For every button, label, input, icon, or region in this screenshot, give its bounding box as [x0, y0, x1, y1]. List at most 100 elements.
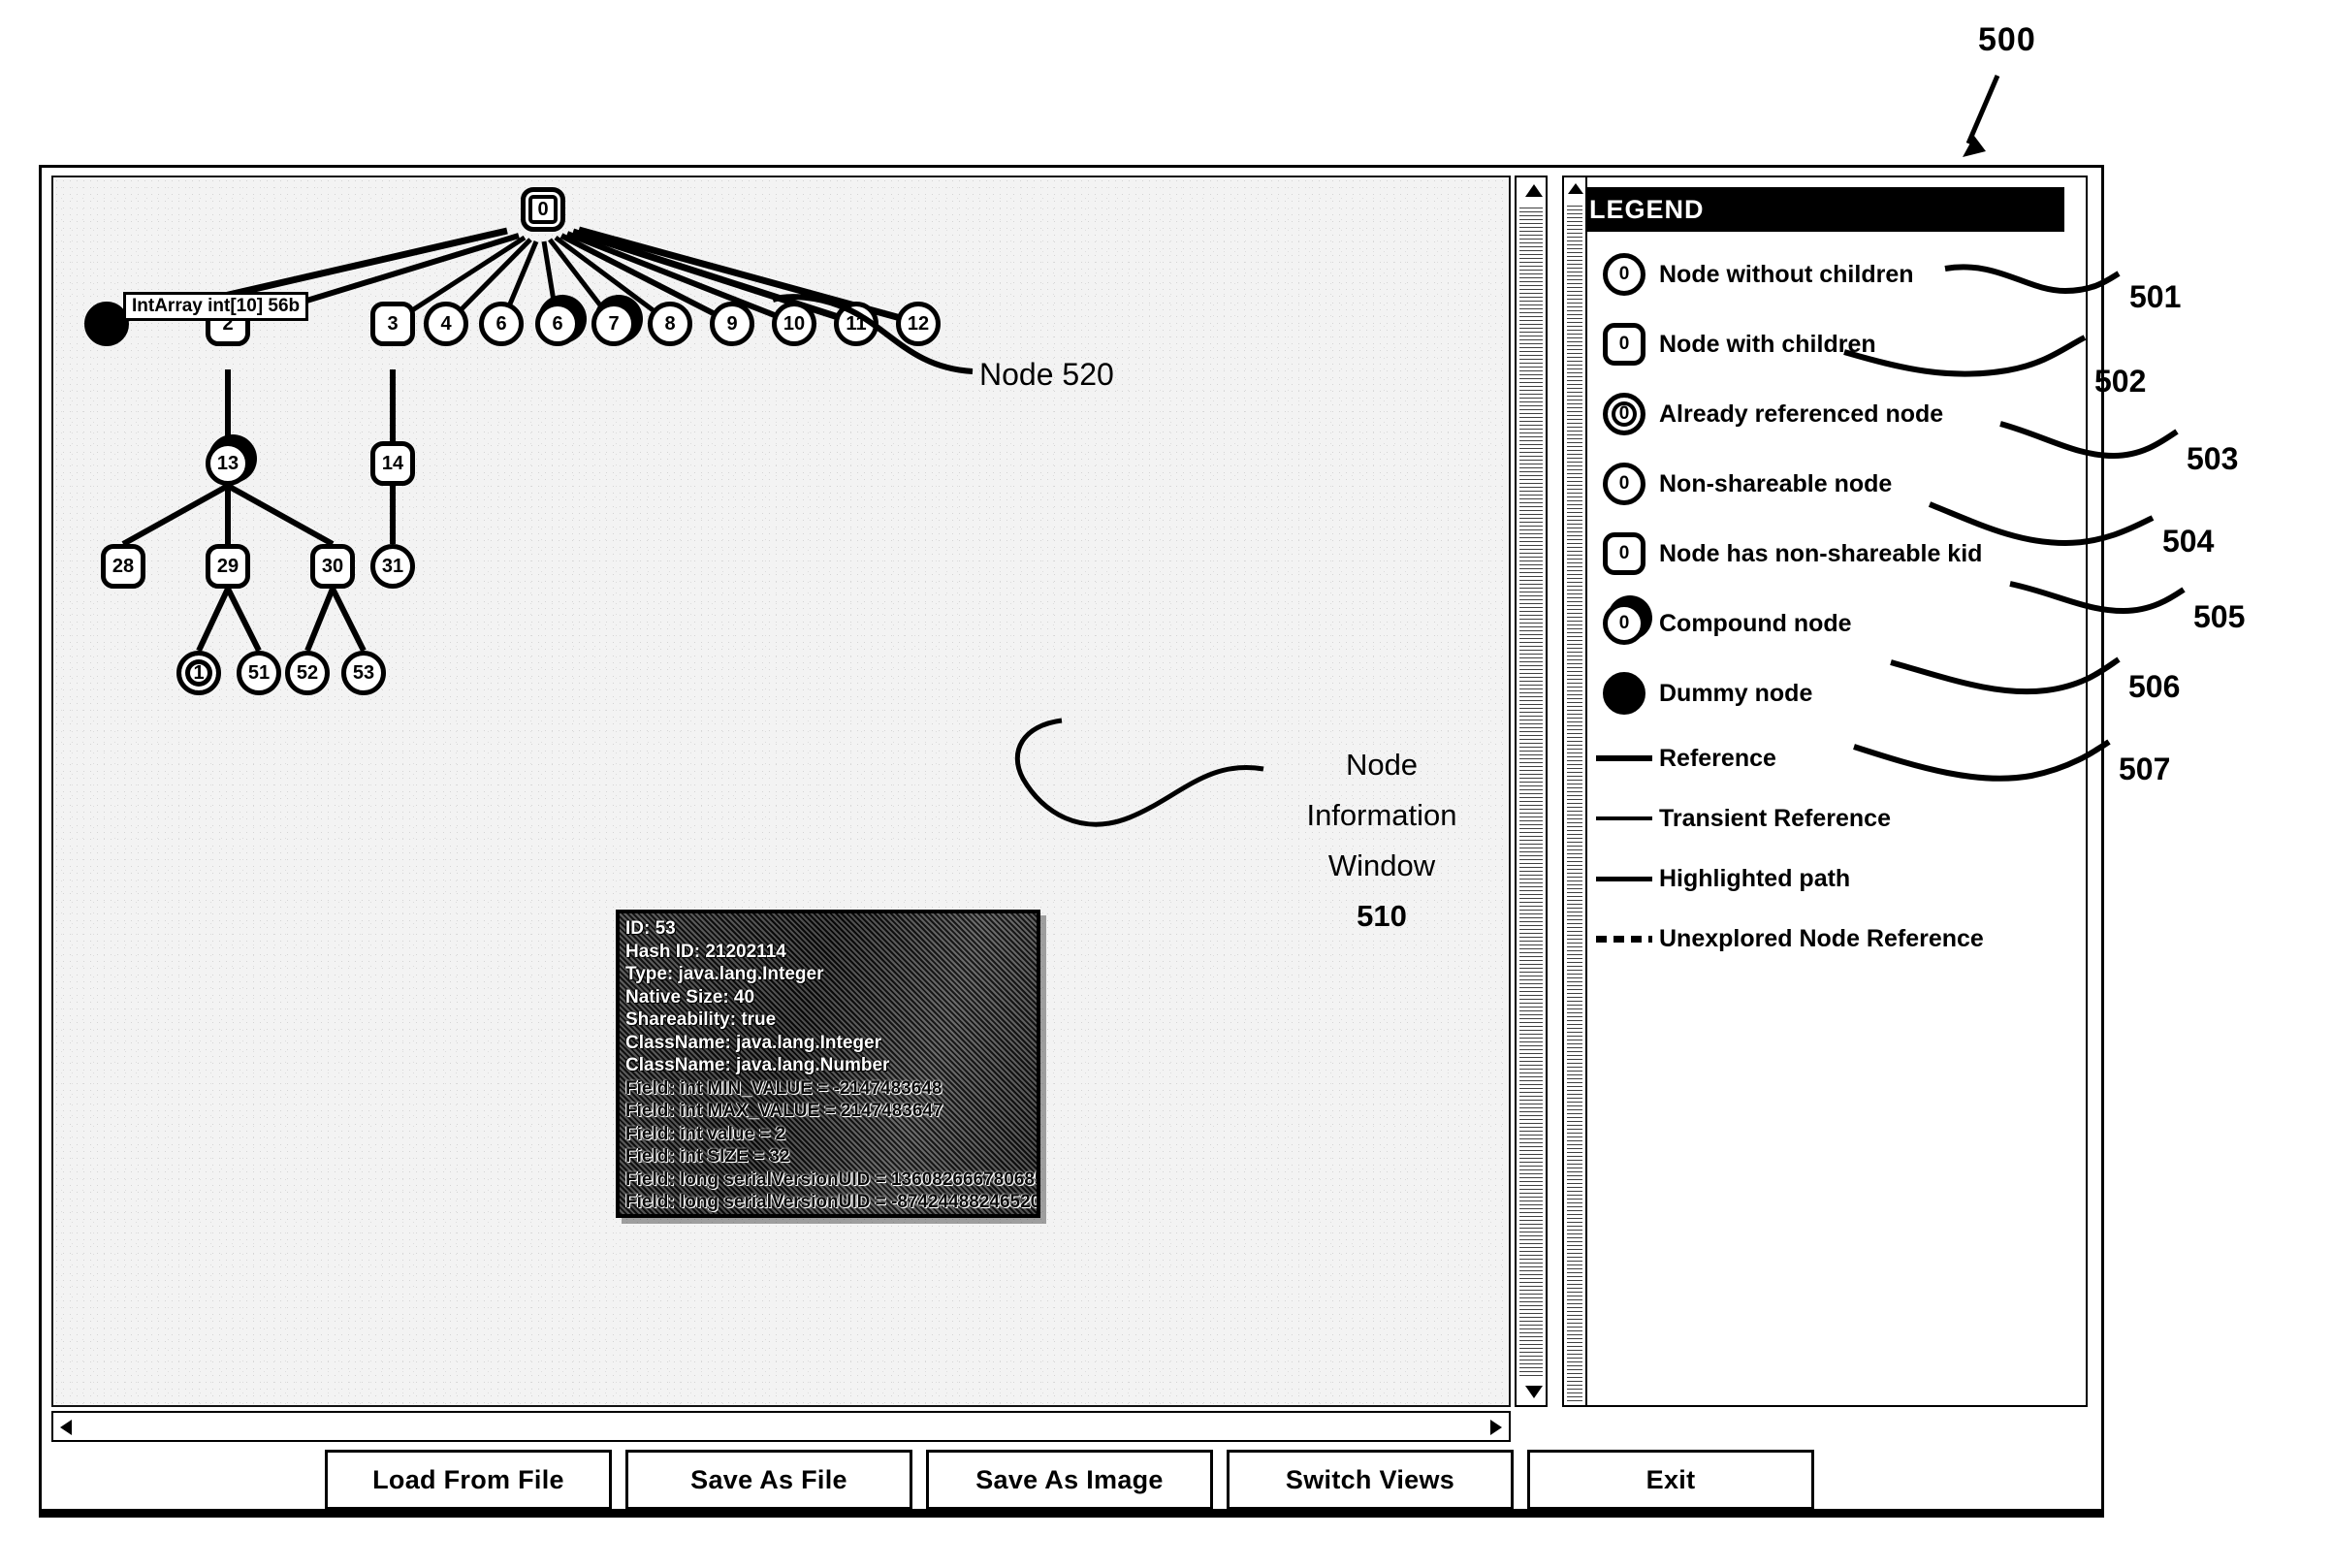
legend-item-label: Node has non-shareable kid: [1659, 539, 1983, 567]
non-shareable-node-icon: 0: [1589, 463, 1659, 505]
legend-item-node-without-children[interactable]: 0 Node without children: [1589, 240, 2074, 309]
patent-figure-root: 500 0 1 2 3 4 6 6 7 8 9 10 11 12 IntArra…: [0, 0, 2332, 1568]
node-has-non-shareable-kid-icon: 0: [1589, 532, 1659, 575]
node-info-lines: ID: 53 Hash ID: 21202114 Type: java.lang…: [620, 913, 1037, 1214]
annotation-niw-line3: Window: [1327, 848, 1436, 882]
graph-node-30[interactable]: 30: [310, 544, 355, 589]
unexplored-node-reference-line-icon: [1589, 935, 1659, 943]
graph-node-4[interactable]: 4: [424, 302, 468, 346]
switch-views-button[interactable]: Switch Views: [1227, 1450, 1514, 1510]
graph-node-6a[interactable]: 6: [479, 302, 524, 346]
legend-vertical-scrollbar[interactable]: [1562, 176, 1587, 1407]
button-bar: Load From File Save As File Save As Imag…: [51, 1450, 2088, 1510]
callout-number-503: 503: [2187, 441, 2239, 476]
scroll-right-arrow-icon[interactable]: [1490, 1420, 1502, 1435]
legend-item-transient-reference[interactable]: Transient Reference: [1589, 788, 2074, 848]
legend-item-non-shareable-node[interactable]: 0 Non-shareable node: [1589, 449, 2074, 519]
node-info-line: Field: int SIZE = 32: [625, 1146, 790, 1167]
node-info-line: Field: int MIN_VALUE = -2147483648: [625, 1077, 942, 1099]
graph-node-52[interactable]: 52: [285, 651, 330, 695]
graph-node-51[interactable]: 51: [237, 651, 281, 695]
graph-node-53[interactable]: 53: [341, 651, 386, 695]
callout-number-504: 504: [2162, 524, 2215, 559]
node-with-children-icon: 0: [1589, 323, 1659, 366]
annotation-niw-line1: Node: [1345, 748, 1419, 782]
graph-node-9[interactable]: 9: [710, 302, 754, 346]
legend-item-label: Highlighted path: [1659, 864, 1851, 892]
annotation-node-520: Node 520: [979, 357, 1114, 393]
legend-item-highlighted-path[interactable]: Highlighted path: [1589, 848, 2074, 909]
callout-number-502: 502: [2094, 364, 2147, 399]
annotation-node-520-text: Node 520: [979, 357, 1114, 392]
graph-node-8[interactable]: 8: [648, 302, 692, 346]
node-info-line: Type: java.lang.Integer: [625, 964, 824, 984]
node-tooltip-chip: IntArray int[10] 56b: [123, 292, 309, 321]
exit-button[interactable]: Exit: [1527, 1450, 1814, 1510]
graph-canvas[interactable]: 0 1 2 3 4 6 6 7 8 9 10 11 12 IntArray in…: [51, 176, 1511, 1407]
node-info-line: Field: long serialVersionUID = 136082666…: [625, 1168, 1040, 1190]
node-without-children-icon: 0: [1589, 253, 1659, 296]
node-info-line: Field: int MAX_VALUE = 2147483647: [625, 1101, 943, 1121]
callout-number-507: 507: [2119, 752, 2171, 786]
legend-scroll-up-arrow-icon[interactable]: [1568, 183, 1583, 194]
scroll-up-arrow-icon[interactable]: [1525, 184, 1543, 197]
callout-number-501: 501: [2129, 279, 2182, 314]
legend-item-label: Reference: [1659, 744, 1776, 772]
legend-item-label: Node without children: [1659, 260, 1914, 288]
legend-item-reference[interactable]: Reference: [1589, 728, 2074, 788]
legend-item-label: Already referenced node: [1659, 400, 1944, 428]
graph-node-6b[interactable]: 6: [535, 302, 580, 346]
callout-number-505: 505: [2193, 599, 2246, 634]
graph-node-10[interactable]: 10: [772, 302, 816, 346]
graph-node-1-referenced[interactable]: 1: [176, 651, 221, 695]
node-info-line: Field: int value = 2: [625, 1123, 786, 1144]
save-as-file-button[interactable]: Save As File: [625, 1450, 912, 1510]
graph-node-29[interactable]: 29: [206, 544, 250, 589]
legend-panel: LEGEND 0 Node without children 0 Node wi…: [1564, 176, 2088, 1407]
legend-item-dummy-node[interactable]: Dummy node: [1589, 658, 2074, 728]
scroll-left-arrow-icon[interactable]: [60, 1420, 72, 1435]
save-as-image-button[interactable]: Save As Image: [926, 1450, 1213, 1510]
node-info-line: ClassName: java.lang.Number: [625, 1055, 890, 1075]
legend-item-label: Compound node: [1659, 609, 1852, 637]
legend-item-node-has-non-shareable-kid[interactable]: 0 Node has non-shareable kid: [1589, 519, 2074, 589]
node-information-window[interactable]: ID: 53 Hash ID: 21202114 Type: java.lang…: [616, 910, 1040, 1218]
graph-node-14[interactable]: 14: [370, 441, 415, 486]
legend-item-unexplored-node-reference[interactable]: Unexplored Node Reference: [1589, 909, 2074, 969]
node-info-line: Shareability: true: [625, 1009, 777, 1030]
load-from-file-button[interactable]: Load From File: [325, 1450, 612, 1510]
canvas-horizontal-scrollbar[interactable]: [51, 1411, 1511, 1442]
legend-title: LEGEND: [1581, 187, 2064, 232]
reference-line-icon: [1589, 755, 1659, 761]
node-info-line: ID: 53: [625, 918, 676, 939]
annotation-niw-line2: Information: [1306, 798, 1457, 832]
scroll-down-arrow-icon[interactable]: [1525, 1386, 1543, 1398]
legend-item-node-with-children[interactable]: 0 Node with children: [1589, 309, 2074, 379]
legend-items: 0 Node without children 0 Node with chil…: [1589, 240, 2074, 969]
graph-node-11[interactable]: 11: [834, 302, 878, 346]
node-info-line: Hash ID: 21202114: [625, 941, 786, 962]
callout-number-506: 506: [2128, 669, 2181, 704]
graph-node-31[interactable]: 31: [370, 544, 415, 589]
graph-node-3[interactable]: 3: [370, 302, 415, 346]
transient-reference-line-icon: [1589, 816, 1659, 820]
graph-node-28[interactable]: 28: [101, 544, 145, 589]
legend-item-label: Non-shareable node: [1659, 469, 1893, 497]
legend-scroll-track[interactable]: [1567, 203, 1582, 1401]
node-info-line: Field: long serialVersionUID = -87424488…: [625, 1192, 1040, 1212]
legend-item-label: Transient Reference: [1659, 804, 1891, 832]
dummy-node-icon: [1589, 672, 1659, 715]
application-window: 0 1 2 3 4 6 6 7 8 9 10 11 12 IntArray in…: [39, 165, 2104, 1518]
graph-node-root[interactable]: 0: [521, 187, 565, 232]
graph-node-12[interactable]: 12: [896, 302, 941, 346]
highlighted-path-line-icon: [1589, 876, 1659, 881]
canvas-vertical-scrollbar[interactable]: [1515, 176, 1548, 1407]
legend-item-label: Dummy node: [1659, 679, 1813, 707]
legend-item-compound-node[interactable]: 0 Compound node: [1589, 589, 2074, 658]
legend-item-already-referenced-node[interactable]: 0 Already referenced node: [1589, 379, 2074, 449]
graph-node-13[interactable]: 13: [206, 441, 250, 486]
graph-node-7[interactable]: 7: [591, 302, 636, 346]
compound-node-icon: 0: [1589, 602, 1659, 645]
scroll-track[interactable]: [1519, 207, 1543, 1376]
legend-item-label: Node with children: [1659, 330, 1876, 358]
